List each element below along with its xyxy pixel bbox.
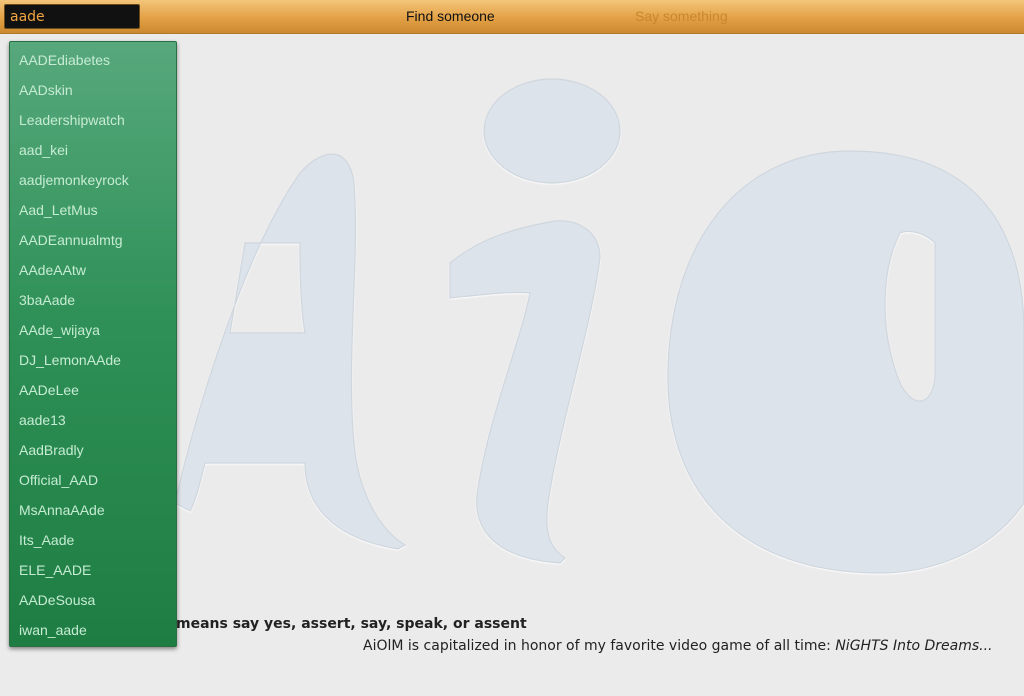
suggestion-item[interactable]: DJ_LemonAAde	[10, 345, 176, 375]
suggestion-item[interactable]: AadBradly	[10, 435, 176, 465]
logo-letter-o	[667, 150, 1024, 574]
suggestion-item[interactable]: iwan_aade	[10, 615, 176, 645]
suggestion-item[interactable]: AADskin	[10, 75, 176, 105]
suggestion-item[interactable]: AAde_wijaya	[10, 315, 176, 345]
find-someone-tab[interactable]: Find someone	[406, 8, 495, 24]
say-something-tab[interactable]: Say something	[635, 8, 728, 24]
suggestion-item[interactable]: aadjemonkeyrock	[10, 165, 176, 195]
meaning-text: means say yes, assert, say, speak, or as…	[176, 616, 527, 632]
suggestion-item[interactable]: 3baAade	[10, 285, 176, 315]
suggestion-item[interactable]: AADeLee	[10, 375, 176, 405]
capitalization-note-text: AiOlM is capitalized in honor of my favo…	[363, 638, 836, 654]
suggestion-item[interactable]: ELE_AADE	[10, 555, 176, 585]
suggestion-item[interactable]: AADEannualmtg	[10, 225, 176, 255]
suggestion-item[interactable]: Leadershipwatch	[10, 105, 176, 135]
suggestion-item[interactable]: AAdeAAtw	[10, 255, 176, 285]
game-title: NiGHTS Into Dreams...	[835, 638, 993, 654]
top-bar: Find someone Say something	[0, 0, 1024, 34]
suggestion-item[interactable]: AADeSousa	[10, 585, 176, 615]
suggestion-item[interactable]: aade13	[10, 405, 176, 435]
capitalization-note: AiOlM is capitalized in honor of my favo…	[363, 638, 992, 654]
suggestion-item[interactable]: Its_Aade	[10, 525, 176, 555]
logo-letter-a	[174, 153, 407, 550]
suggestion-item[interactable]: aad_kei	[10, 135, 176, 165]
suggestion-item[interactable]: AADEdiabetes	[10, 45, 176, 75]
suggestion-item[interactable]: Official_AAD	[10, 465, 176, 495]
search-input[interactable]	[4, 4, 140, 29]
logo-letter-i	[449, 220, 601, 564]
autocomplete-dropdown: AADEdiabetes AADskin Leadershipwatch aad_ke…	[9, 41, 177, 647]
logo-letter-i-dot	[483, 78, 621, 184]
suggestion-item[interactable]: Aad_LetMus	[10, 195, 176, 225]
suggestion-item[interactable]: MsAnnaAAde	[10, 495, 176, 525]
